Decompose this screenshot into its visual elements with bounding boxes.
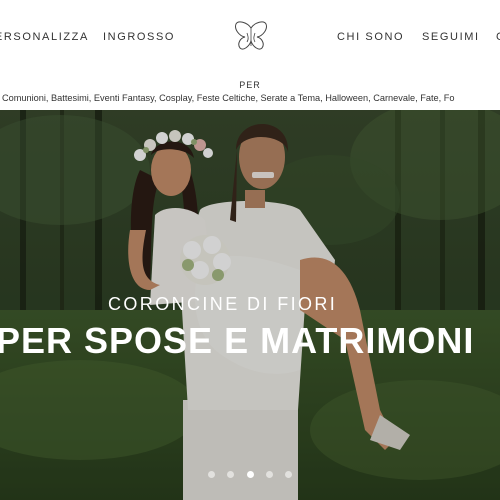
slider-dot-2[interactable] <box>227 471 235 478</box>
per-label: PER <box>239 80 261 90</box>
hero-slider[interactable]: CORONCINE DI FIORI PER SPOSE E MATRIMONI <box>0 110 500 500</box>
nav-link-chi-sono[interactable]: CHI SONO <box>337 31 404 43</box>
top-navigation: PERSONALIZZA INGROSSO CHI SONO SEGUIMI C <box>0 0 500 78</box>
nav-link-cut-off[interactable]: C <box>496 31 500 43</box>
slider-dot-5[interactable] <box>285 471 293 478</box>
butterfly-logo[interactable] <box>233 20 269 52</box>
nav-link-seguimi[interactable]: SEGUIMI <box>422 31 480 43</box>
slider-dot-4[interactable] <box>265 471 273 478</box>
nav-link-ingrosso[interactable]: INGROSSO <box>103 31 175 43</box>
hero-title: PER SPOSE E MATRIMONI <box>0 320 475 361</box>
hero-subtitle: CORONCINE DI FIORI <box>108 294 338 314</box>
event-categories: Comunioni, Battesimi, Eventi Fantasy, Co… <box>2 93 455 103</box>
slider-dot-3[interactable] <box>246 471 254 478</box>
slider-pagination <box>0 465 500 483</box>
slider-dot-1[interactable] <box>207 471 215 478</box>
nav-link-personalizza[interactable]: PERSONALIZZA <box>0 31 89 43</box>
